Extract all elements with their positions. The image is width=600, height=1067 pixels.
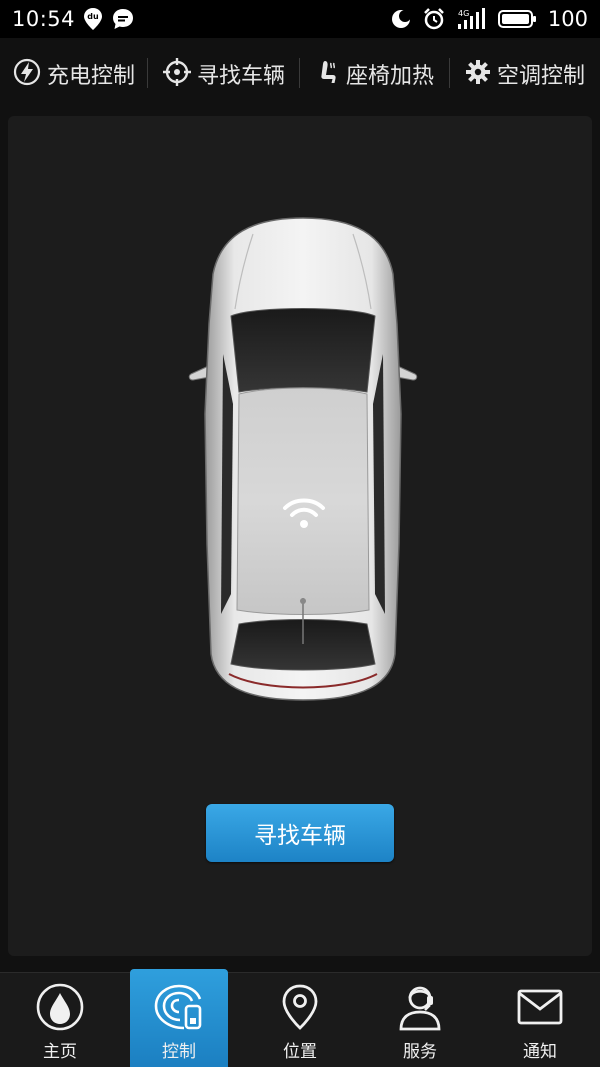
network-type: 4G	[458, 9, 469, 18]
crosshair-icon	[162, 58, 191, 90]
signal-icon: 4G	[456, 7, 488, 31]
message-bubble-icon	[111, 7, 135, 31]
lightning-icon	[13, 58, 41, 90]
gear-icon	[465, 59, 491, 89]
nav-notifications[interactable]: 通知	[480, 973, 600, 1067]
moon-icon	[390, 8, 412, 30]
tab-find-vehicle[interactable]: 寻找车辆	[148, 38, 300, 110]
control-tabs: 充电控制 寻找车辆 座椅加热 空调控制	[0, 38, 600, 144]
nav-label: 控制	[162, 1042, 196, 1062]
tab-label: 寻找车辆	[196, 64, 285, 89]
battery-icon	[497, 8, 538, 30]
service-agent-icon	[397, 983, 443, 1031]
find-vehicle-panel: 寻找车辆	[8, 116, 592, 956]
nav-label: 通知	[523, 1042, 557, 1062]
nav-home[interactable]: 主页	[0, 973, 120, 1067]
tab-label: 空调控制	[496, 64, 585, 89]
nav-location[interactable]: 位置	[240, 973, 360, 1067]
nav-control[interactable]: 控制	[130, 969, 228, 1067]
bottom-navigation: 主页 控制 位置 服务 通知	[0, 969, 600, 1067]
tab-ac-control[interactable]: 空调控制	[450, 38, 600, 110]
nav-label: 服务	[403, 1042, 437, 1062]
status-time: 10:54	[12, 7, 76, 31]
wifi-signal-icon	[281, 492, 327, 532]
nav-label: 主页	[43, 1042, 77, 1062]
battery-level: 100	[547, 7, 588, 31]
nav-service[interactable]: 服务	[360, 973, 480, 1067]
status-bar: 10:54 du 4G 100	[0, 0, 600, 38]
car-top-view	[183, 214, 423, 704]
tab-seat-heating[interactable]: 座椅加热	[300, 38, 450, 110]
svg-text:du: du	[87, 12, 99, 21]
tab-label: 座椅加热	[345, 64, 434, 89]
remote-control-icon	[154, 983, 204, 1031]
seat-icon	[316, 58, 340, 90]
alarm-icon	[422, 7, 446, 31]
tab-charging-control[interactable]: 充电控制	[0, 38, 148, 110]
tab-label: 充电控制	[46, 64, 135, 89]
find-vehicle-button[interactable]: 寻找车辆	[206, 804, 394, 862]
du-location-icon: du	[83, 7, 103, 31]
drop-icon	[36, 983, 84, 1031]
envelope-icon	[517, 983, 563, 1031]
nav-label: 位置	[283, 1042, 317, 1062]
location-pin-icon	[280, 983, 320, 1031]
